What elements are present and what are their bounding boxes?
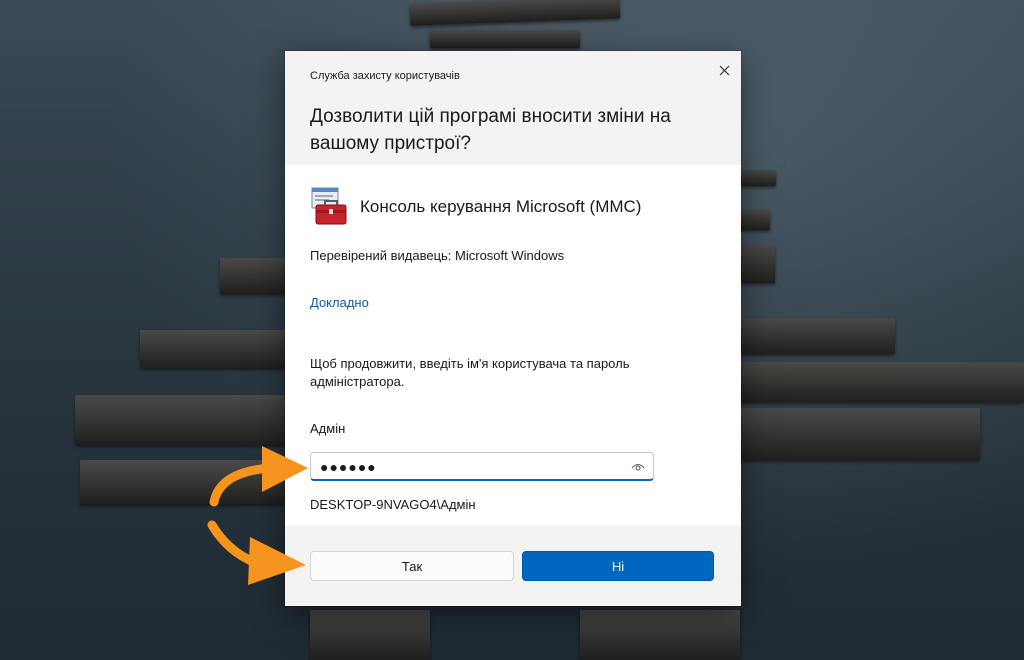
- toolbox-icon: [311, 187, 347, 225]
- instructions-text: Щоб продовжити, введіть ім'я користувача…: [310, 356, 630, 389]
- arrow-to-yes-button-icon: [207, 520, 306, 585]
- dialog-title: Служба захисту користувачів: [310, 70, 460, 82]
- username-label: Адмін: [310, 421, 346, 436]
- dialog-header: Служба захисту користувачів Дозволити ці…: [285, 51, 741, 165]
- app-name: Консоль керування Microsoft (MMC): [360, 197, 642, 216]
- domain-username: DESKTOP-9NVAGO4\Адмін: [310, 497, 476, 512]
- yes-button[interactable]: Так: [310, 551, 514, 581]
- dialog-question: Дозволити цій програмі вносити зміни на …: [310, 106, 671, 154]
- password-value: ●●●●●●: [320, 459, 377, 475]
- close-icon: [719, 65, 729, 75]
- reveal-password-button[interactable]: [629, 458, 647, 476]
- eye-icon: [631, 464, 645, 471]
- details-link[interactable]: Докладно: [310, 295, 369, 310]
- no-button[interactable]: Ні: [522, 551, 714, 581]
- publisher-info: Перевірений видавець: Microsoft Windows: [310, 248, 565, 263]
- uac-dialog: Служба захисту користувачів Дозволити ці…: [285, 51, 741, 606]
- arrow-to-password-icon: [209, 446, 308, 507]
- close-button[interactable]: [711, 59, 737, 81]
- password-input[interactable]: ●●●●●●: [310, 452, 654, 481]
- dialog-footer: Так Ні: [285, 525, 741, 606]
